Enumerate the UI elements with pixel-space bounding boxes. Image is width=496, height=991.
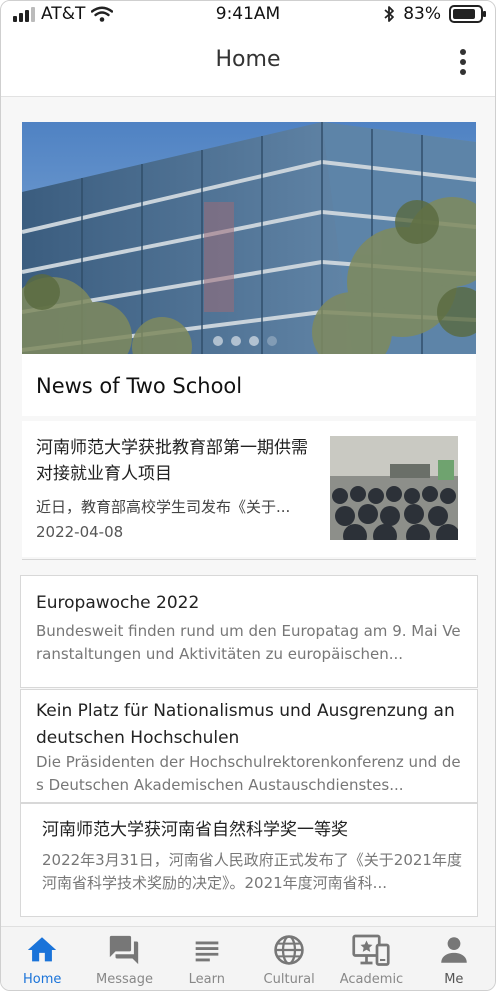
nav-label: Message xyxy=(96,972,153,987)
banner-image xyxy=(22,122,476,354)
status-right: 83% xyxy=(383,4,486,24)
section-header: News of Two School xyxy=(22,354,476,416)
nav-label: Learn xyxy=(188,972,225,987)
message-icon xyxy=(110,935,139,965)
news-card-title: 河南师范大学获河南省自然科学奖一等奖 xyxy=(42,820,348,840)
news-card-summary: 2022年3月31日，河南省人民政府正式发布了《关于2021年度河南省科学技术奖… xyxy=(42,851,462,892)
carousel-dot[interactable] xyxy=(213,336,223,346)
carousel-dot[interactable] xyxy=(249,336,259,346)
globe-icon xyxy=(274,935,304,965)
nav-label: Home xyxy=(22,972,62,987)
carousel-dot[interactable] xyxy=(231,336,241,346)
news-card-summary: Bundesweit finden rund um den Europatag … xyxy=(36,622,461,663)
nav-label: Me xyxy=(444,972,464,987)
news-card[interactable]: Kein Platz für Nationalismus und Ausgren… xyxy=(20,689,478,803)
featured-news-title: 河南师范大学获批教育部第一期供需对接就业育人项目 xyxy=(36,438,308,484)
battery-percent: 83% xyxy=(403,4,441,24)
nav-item-learn[interactable]: Learn xyxy=(166,927,248,990)
phone-frame: AT&T 9:41AM 83% Home News of Two School … xyxy=(0,0,496,991)
nav-item-cultural[interactable]: Cultural xyxy=(248,927,330,990)
featured-news-item[interactable]: 河南师范大学获批教育部第一期供需对接就业育人项目 近日，教育部高校学生司发布《关… xyxy=(22,421,476,557)
page-title: Home xyxy=(215,47,281,72)
academic-icon xyxy=(352,934,391,966)
news-card-summary: Die Präsidenten der Hochschulrektorenkon… xyxy=(36,753,461,794)
banner-carousel[interactable] xyxy=(22,122,476,354)
nav-item-message[interactable]: Message xyxy=(83,927,165,990)
nav-item-me[interactable]: Me xyxy=(413,927,495,990)
featured-news-summary: 近日，教育部高校学生司发布《关于... xyxy=(36,498,291,516)
home-icon xyxy=(27,937,57,962)
battery-fill xyxy=(453,9,475,19)
divider xyxy=(22,559,476,560)
more-vertical-icon[interactable] xyxy=(459,49,467,75)
news-card[interactable]: 河南师范大学获河南省自然科学奖一等奖 2022年3月31日，河南省人民政府正式发… xyxy=(20,803,478,917)
app-bar: Home xyxy=(1,29,495,97)
news-card-title: Kein Platz für Nationalismus und Ausgren… xyxy=(36,701,455,748)
nav-label: Academic xyxy=(339,972,404,987)
battery-icon xyxy=(449,5,486,23)
learn-icon xyxy=(195,941,219,962)
news-card-title: Europawoche 2022 xyxy=(36,593,200,613)
carousel-dot[interactable] xyxy=(267,336,277,346)
carousel-indicator[interactable] xyxy=(213,336,277,346)
featured-news-date: 2022-04-08 xyxy=(36,523,124,541)
bluetooth-icon xyxy=(384,6,395,22)
nav-label: Cultural xyxy=(263,972,315,987)
section-title: News of Two School xyxy=(36,374,243,398)
news-card[interactable]: Europawoche 2022 Bundesweit finden rund … xyxy=(20,575,478,688)
person-icon xyxy=(441,937,467,963)
nav-item-home[interactable]: Home xyxy=(1,927,83,990)
nav-item-academic[interactable]: Academic xyxy=(330,927,412,990)
bottom-nav: Home Message Learn Cultural Academic Me xyxy=(1,926,495,990)
status-bar: AT&T 9:41AM 83% xyxy=(1,1,495,29)
featured-news-thumbnail xyxy=(330,436,458,540)
